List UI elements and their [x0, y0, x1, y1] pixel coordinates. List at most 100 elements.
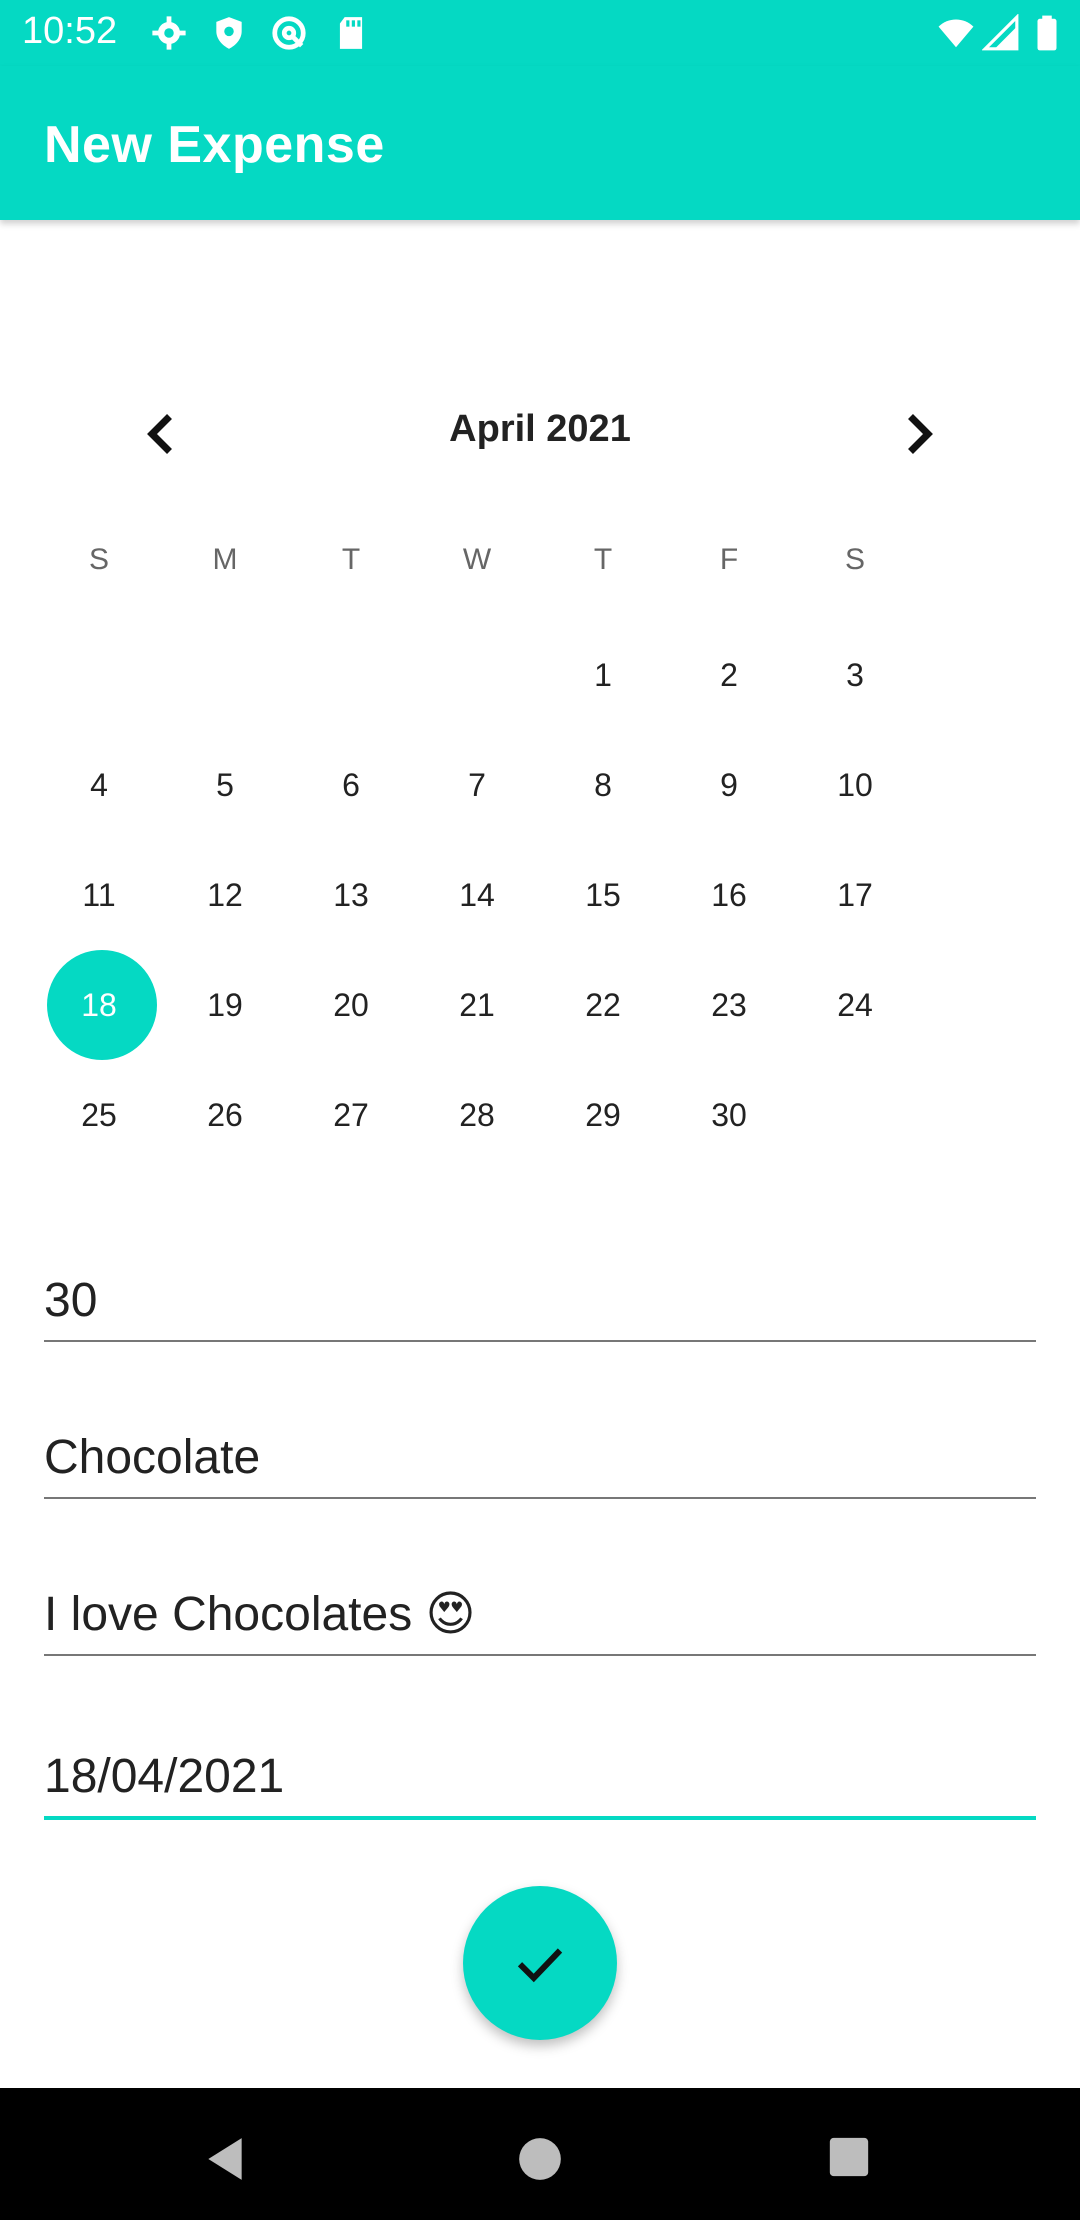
calendar-day[interactable]: 5	[162, 730, 288, 840]
calendar-day[interactable]: 15	[540, 840, 666, 950]
calendar-day-number: 15	[585, 877, 621, 913]
weekday-label: S	[88, 543, 109, 576]
calendar-day-number: 7	[468, 767, 486, 803]
expense-name-field[interactable]: Chocolate	[44, 1417, 1036, 1499]
weekday-header-row: S M T W T F S	[36, 520, 1044, 620]
amount-value: 30	[44, 1274, 98, 1327]
page-title: New Expense	[44, 116, 385, 174]
date-field[interactable]: 18/04/2021	[44, 1736, 1036, 1820]
calendar-day-number: 18	[81, 987, 117, 1023]
calendar-day[interactable]: 13	[288, 840, 414, 950]
calendar-week-row: 25 26 27 28 29 30	[36, 1060, 1044, 1170]
calendar-day[interactable]: 3	[792, 620, 918, 730]
weekday-label: F	[719, 543, 739, 576]
calendar-day-number: 3	[846, 657, 864, 693]
calendar-day-number: 20	[333, 987, 369, 1023]
date-value: 18/04/2021	[44, 1750, 285, 1803]
status-bar: 10:52	[0, 0, 1080, 66]
calendar-day-number: 27	[333, 1097, 369, 1133]
calendar-empty-cell	[414, 620, 540, 730]
battery-icon	[1037, 15, 1057, 51]
calendar-day[interactable]: 25	[36, 1060, 162, 1170]
calendar-day[interactable]: 1	[540, 620, 666, 730]
description-value: I love Chocolates 😍	[44, 1588, 476, 1641]
calendar-day[interactable]: 17	[792, 840, 918, 950]
next-month-button[interactable]	[888, 404, 948, 464]
calendar-day[interactable]: 9	[666, 730, 792, 840]
calendar-day-number: 16	[711, 877, 747, 913]
expense-name-value: Chocolate	[44, 1431, 261, 1484]
calendar-day-number: 6	[342, 767, 360, 803]
calendar-day-number: 11	[82, 877, 116, 913]
weekday-label: T	[341, 543, 361, 576]
calendar-day[interactable]: 29	[540, 1060, 666, 1170]
calendar-day-number: 25	[81, 1097, 117, 1133]
wifi-icon	[938, 19, 974, 48]
calendar-day[interactable]: 28	[414, 1060, 540, 1170]
home-icon[interactable]	[515, 2134, 565, 2184]
calendar-weeks: 1 2 3 4 5 6 7 8 9 10 11 12 13 14 15 16 17 18 19 20 21 22 23 24 2…	[36, 620, 1044, 1170]
calendar-week-row: 11 12 13 14 15 16 17	[36, 840, 1044, 950]
calendar-day-number: 24	[837, 987, 873, 1023]
calendar-day[interactable]: 30	[666, 1060, 792, 1170]
save-fab-button[interactable]	[463, 1886, 617, 2040]
calendar-day-number: 28	[459, 1097, 495, 1133]
calendar-day-number: 1	[594, 657, 612, 693]
calendar-day[interactable]: 26	[162, 1060, 288, 1170]
calendar-day[interactable]: 4	[36, 730, 162, 840]
calendar-day[interactable]: 11	[36, 840, 162, 950]
status-time: 10:52	[22, 10, 118, 52]
calendar-day[interactable]: 10	[792, 730, 918, 840]
calendar-day[interactable]: 14	[414, 840, 540, 950]
calendar-grid: S M T W T F S 1 2 3 4 5 6 7 8 9 10 11 12 13 14 15 16 17 1…	[36, 520, 1044, 1170]
calendar-day[interactable]: 20	[288, 950, 414, 1060]
recents-icon[interactable]	[826, 2134, 872, 2180]
calendar-day-number: 14	[459, 877, 495, 913]
calendar-day[interactable]: 24	[792, 950, 918, 1060]
shield-icon	[216, 17, 242, 49]
calendar-day[interactable]: 7	[414, 730, 540, 840]
check-icon	[517, 1948, 563, 1983]
calendar-empty-cell	[288, 620, 414, 730]
amount-field[interactable]: 30	[44, 1260, 1036, 1342]
back-icon[interactable]	[200, 2134, 250, 2184]
calendar-week-row: 18 19 20 21 22 23 24	[36, 950, 1044, 1060]
description-field[interactable]: I love Chocolates 😍	[44, 1574, 1036, 1656]
weekday-label: T	[593, 543, 613, 576]
calendar-day[interactable]: 12	[162, 840, 288, 950]
calendar-day-number: 17	[837, 877, 873, 913]
calendar-day-number: 22	[585, 987, 621, 1023]
calendar-day-number: 21	[459, 987, 495, 1023]
calendar-day-number: 5	[216, 767, 234, 803]
calendar-day-number: 10	[837, 767, 873, 803]
calendar-day-number: 26	[207, 1097, 243, 1133]
calendar-day-number: 4	[90, 767, 108, 803]
at-sign-icon	[272, 16, 306, 50]
weekday-label: M	[212, 543, 238, 576]
calendar-day[interactable]: 27	[288, 1060, 414, 1170]
weekday-label: W	[462, 543, 492, 576]
calendar-day[interactable]: 22	[540, 950, 666, 1060]
calendar-empty-cell	[162, 620, 288, 730]
settings-icon	[152, 16, 186, 50]
calendar-day[interactable]: 23	[666, 950, 792, 1060]
system-nav-bar	[0, 2088, 1080, 2220]
calendar-day-number: 12	[207, 877, 243, 913]
calendar-day-number: 8	[594, 767, 612, 803]
calendar-day[interactable]: 6	[288, 730, 414, 840]
calendar-day[interactable]: 8	[540, 730, 666, 840]
calendar-week-row: 4 5 6 7 8 9 10	[36, 730, 1044, 840]
weekday-label: S	[844, 543, 865, 576]
calendar-day-number: 9	[720, 767, 738, 803]
calendar-day[interactable]: 2	[666, 620, 792, 730]
calendar-day-number: 2	[720, 657, 738, 693]
app-bar: New Expense	[0, 66, 1080, 220]
calendar-day-selected[interactable]: 18	[36, 950, 162, 1060]
calendar-day[interactable]: 19	[162, 950, 288, 1060]
calendar-day[interactable]: 16	[666, 840, 792, 950]
calendar-day-number: 19	[207, 987, 243, 1023]
calendar-day-number: 13	[333, 877, 369, 913]
calendar-empty-cell	[36, 620, 162, 730]
calendar-day[interactable]: 21	[414, 950, 540, 1060]
sd-card-icon	[339, 17, 363, 49]
